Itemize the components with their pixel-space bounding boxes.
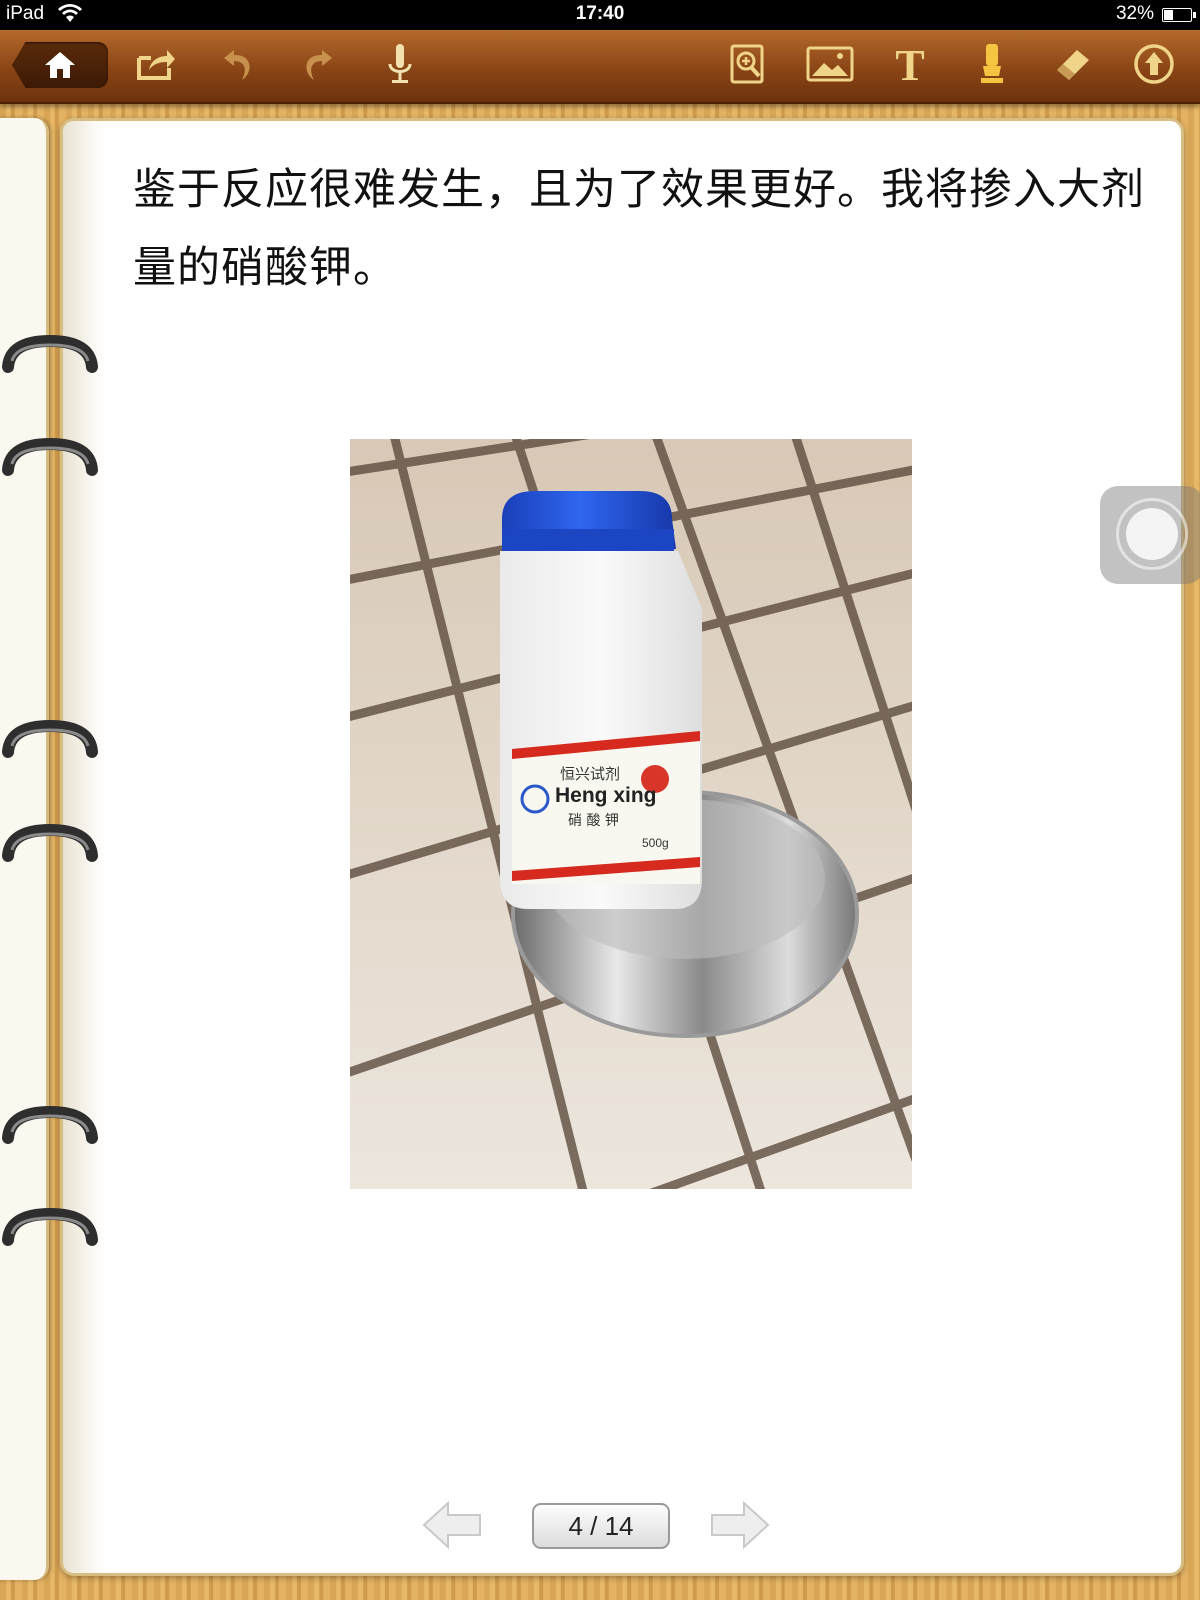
binder-ring (2, 437, 98, 476)
next-page-button[interactable] (708, 1500, 772, 1550)
redo-button[interactable] (292, 38, 344, 90)
assistive-touch-dot (1126, 508, 1178, 560)
battery-percent: 32% (1115, 3, 1154, 24)
zoom-page-icon (730, 44, 764, 84)
eraser-icon (1057, 50, 1089, 80)
undo-icon (224, 50, 250, 80)
home-icon (45, 52, 75, 78)
share-button[interactable] (130, 38, 182, 90)
microphone-icon (388, 44, 412, 83)
binder-ring (2, 1105, 98, 1144)
binder-ring (2, 1207, 98, 1246)
notebook-page: 鉴于反应很难发生，且为了效果更好。我将掺入大剂量的硝酸钾。 恒兴试剂 Heng … (60, 118, 1184, 1576)
svg-text:恒兴试剂: 恒兴试剂 (560, 765, 620, 783)
clock: 17:40 (575, 3, 625, 24)
insert-image-button[interactable] (804, 38, 856, 90)
highlighter-button[interactable] (966, 38, 1018, 90)
svg-text:500g: 500g (642, 836, 669, 850)
page-indicator[interactable]: 4 / 14 (532, 1503, 670, 1549)
binder-ring (2, 823, 98, 862)
svg-text:Heng xing: Heng xing (555, 784, 657, 807)
redo-icon (306, 50, 332, 80)
toolbar: T (0, 30, 1200, 104)
upload-button[interactable] (1128, 38, 1180, 90)
svg-text:T: T (895, 42, 924, 86)
zoom-page-button[interactable] (722, 38, 774, 90)
svg-text:硝 酸 钾: 硝 酸 钾 (568, 813, 619, 829)
page-text: 鉴于反应很难发生，且为了效果更好。我将掺入大剂量的硝酸钾。 (133, 165, 1145, 293)
image-icon (806, 46, 854, 82)
reagent-bottle-photo: 恒兴试剂 Heng xing 硝 酸 钾 500g (350, 439, 912, 1189)
text-tool-button[interactable]: T (884, 38, 936, 90)
upload-icon (1134, 44, 1174, 84)
assistive-touch-button[interactable] (1100, 486, 1200, 584)
highlighter-icon (981, 44, 1003, 83)
microphone-button[interactable] (374, 38, 426, 90)
battery-icon (1162, 8, 1196, 22)
status-bar: iPad 17:40 32% (0, 0, 1200, 30)
text-icon: T (895, 42, 924, 86)
binder-ring (2, 334, 98, 373)
binder-ring (2, 719, 98, 758)
home-button[interactable] (12, 42, 108, 88)
undo-button[interactable] (212, 38, 264, 90)
share-icon (137, 50, 175, 80)
eraser-button[interactable] (1046, 38, 1098, 90)
previous-page-button[interactable] (420, 1500, 484, 1550)
